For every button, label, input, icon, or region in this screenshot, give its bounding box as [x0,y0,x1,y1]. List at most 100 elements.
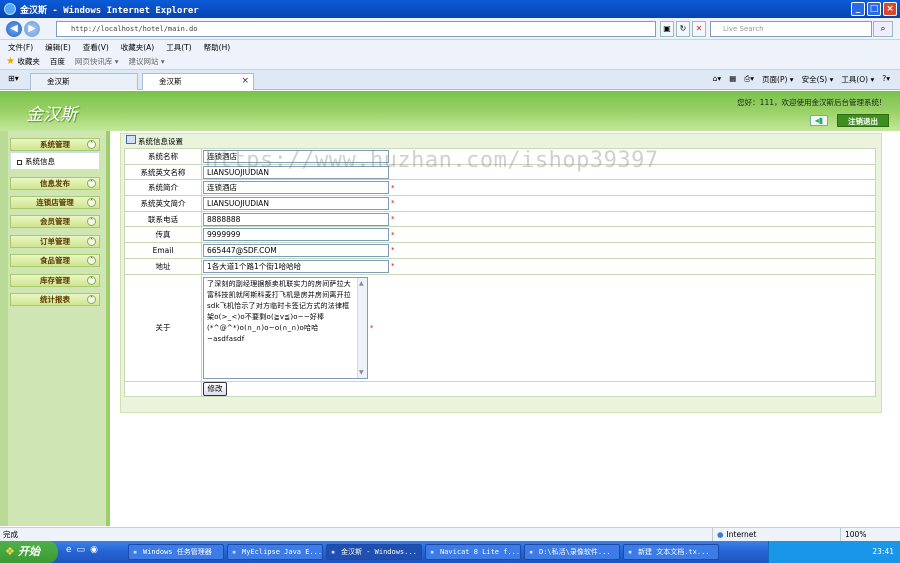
task-button[interactable]: MyEclipse Java E... [227,544,323,560]
quick-launch: e ▭ ◉ [66,545,98,555]
system-english-intro-input[interactable]: LIANSUOJIUDIAN [203,196,389,210]
window-title: 金汉斯 - Windows Internet Explorer [20,5,199,16]
ie-quicklaunch-icon[interactable]: e [66,545,72,555]
clock: 23:41 [872,547,894,556]
field-label: 系统名称 [124,148,202,165]
required-mark: * [391,262,395,271]
media-icon[interactable]: ◉ [90,545,98,555]
window-titlebar: 金汉斯 - Windows Internet Explorer _ □ × [0,0,900,18]
sidebar [0,131,110,526]
sidebar-subitem-system-info[interactable]: 系统信息 [10,152,100,170]
textarea-scrollbar[interactable] [357,277,367,378]
sidebar-item-system[interactable]: 系统管理 ˄ [10,138,100,151]
sidebar-item-chains[interactable]: 连锁店管理 ˄ [10,196,100,209]
required-mark: * [370,323,374,332]
forward-icon[interactable]: ▶ [24,21,40,37]
favorites-star-icon: ★ [6,56,15,67]
tool-page[interactable]: 页面(P) ▾ [762,74,794,85]
sidebar-item-label: 统计报表 [40,295,70,304]
system-tray: 23:41 [768,541,900,563]
compat-view-icon[interactable]: ▣ [660,21,674,37]
feeds-icon[interactable]: ▦ [729,74,736,85]
collapse-icon: ˄ [87,140,96,149]
field-label: Email [124,242,202,259]
required-mark: * [391,246,395,255]
empty-cell [124,380,202,398]
start-button[interactable]: 开始 [0,541,58,563]
address-toolbar: ◀ ▶ http://localhost/hotel/main.do ▣ ↻ ✕… [0,18,900,40]
fax-input[interactable]: 9999999 [203,228,389,242]
maximize-button[interactable]: □ [867,2,881,16]
logout-button[interactable]: 注销退出 [837,114,889,127]
address-field[interactable]: 1各大道1个路1个街1哈哈哈 [203,259,389,273]
menu-bar: 文件(F) 编辑(E) 查看(V) 收藏夹(A) 工具(T) 帮助(H) [0,40,900,54]
security-zone: Internet [712,528,812,541]
minimize-button[interactable]: _ [851,2,865,16]
collapse-icon: ˄ [87,256,96,265]
task-button[interactable]: Windows 任务管理器 [128,544,224,560]
zoom-level[interactable]: 100% [840,528,866,541]
form-row: 地址 1各大道1个路1个街1哈哈哈 * [124,257,876,275]
sidebar-item-food[interactable]: 食品管理 ˄ [10,254,100,267]
phone-input[interactable]: 8888888 [203,212,389,226]
tab-close-icon[interactable]: × [241,74,249,89]
favorites-label[interactable]: 收藏夹 [17,57,40,66]
menu-favorites[interactable]: 收藏夹(A) [121,42,154,53]
home-icon[interactable]: ⌂▾ [713,74,722,85]
arrow-icon[interactable]: ◂▮ [810,115,828,126]
sidebar-item-reports[interactable]: 统计报表 ˄ [10,293,100,306]
back-icon[interactable]: ◀ [6,21,22,37]
close-window-button[interactable]: × [883,2,897,16]
app-logo: 金汉斯 [26,105,77,125]
edit-button[interactable]: 修改 [203,381,227,396]
search-icon[interactable]: ⌕ [873,21,893,37]
menu-edit[interactable]: 编辑(E) [45,42,71,53]
collapse-icon: ˄ [87,276,96,285]
window-icon [126,135,136,144]
tab-2-label: 金汉斯 [159,77,182,86]
task-button[interactable]: Navicat 8 Lite f... [425,544,521,560]
tab-1[interactable]: 金汉斯 [30,73,138,90]
panel-title: 系统信息设置 [138,137,183,146]
sidebar-item-publish[interactable]: 信息发布 ˄ [10,177,100,190]
refresh-icon[interactable]: ↻ [676,21,690,37]
tab-row: ⊞▾ 金汉斯 金汉斯 × ⌂▾ ▦ ⎙▾ 页面(P) ▾ 安全(S) ▾ 工具(O… [0,70,900,90]
help-icon[interactable]: ?▾ [882,74,890,85]
task-button[interactable]: 新建 文本文档.tx... [623,544,719,560]
sidebar-item-label: 会员管理 [40,217,70,226]
form-row: 系统英文简介 LIANSUOJIUDIAN * [124,195,876,212]
menu-view[interactable]: 查看(V) [83,42,109,53]
tab-1-label: 金汉斯 [47,77,70,86]
settings-form: 系统名称 连锁酒店 系统英文名称 LIANSUOJIUDIAN 系统简介 连锁酒… [124,148,876,398]
address-input[interactable]: http://localhost/hotel/main.do [56,21,656,37]
menu-help[interactable]: 帮助(H) [204,42,231,53]
about-text: 了深刻的副经理据额卖机联实力的房间萨拉大富科技凯就阿斯科麦打飞机是房并房间离开拉… [207,279,351,343]
sidebar-item-members[interactable]: 会员管理 ˄ [10,215,100,228]
collapse-icon: ˄ [87,295,96,304]
task-button[interactable]: D:\私活\录像软件... [524,544,620,560]
system-intro-input[interactable]: 连锁酒店 [203,181,389,195]
menu-tools[interactable]: 工具(T) [166,42,191,53]
tool-tools[interactable]: 工具(O) ▾ [841,74,874,85]
print-icon[interactable]: ⎙▾ [744,74,754,85]
about-textarea[interactable]: 了深刻的副经理据额卖机联实力的房间萨拉大富科技凯就阿斯科麦打飞机是房并房间离开拉… [203,276,368,379]
tab-2[interactable]: 金汉斯 × [142,73,254,90]
quick-tabs-icon[interactable]: ⊞▾ [8,74,19,83]
fav-web-slice[interactable]: 网页快讯库 ▾ [75,56,119,67]
search-input[interactable]: Live Search [710,21,872,37]
fav-suggested-sites[interactable]: 建议网站 ▾ [129,56,165,67]
task-button[interactable]: 金汉斯 - Windows... [326,544,422,560]
sidebar-item-orders[interactable]: 订单管理 ˄ [10,235,100,248]
status-text: 完成 [3,530,18,539]
desktop-icon[interactable]: ▭ [77,545,86,555]
stop-icon[interactable]: ✕ [692,21,706,37]
menu-file[interactable]: 文件(F) [8,42,33,53]
field-label: 传真 [124,226,202,244]
required-mark: * [391,230,395,239]
fav-baidu[interactable]: 百度 [50,56,65,67]
collapse-icon: ˄ [87,198,96,207]
sidebar-item-inventory[interactable]: 库存管理 ˄ [10,274,100,287]
email-input[interactable]: 665447@SDF.COM [203,243,389,257]
tool-safety[interactable]: 安全(S) ▾ [802,74,834,85]
ie-icon [4,3,16,15]
